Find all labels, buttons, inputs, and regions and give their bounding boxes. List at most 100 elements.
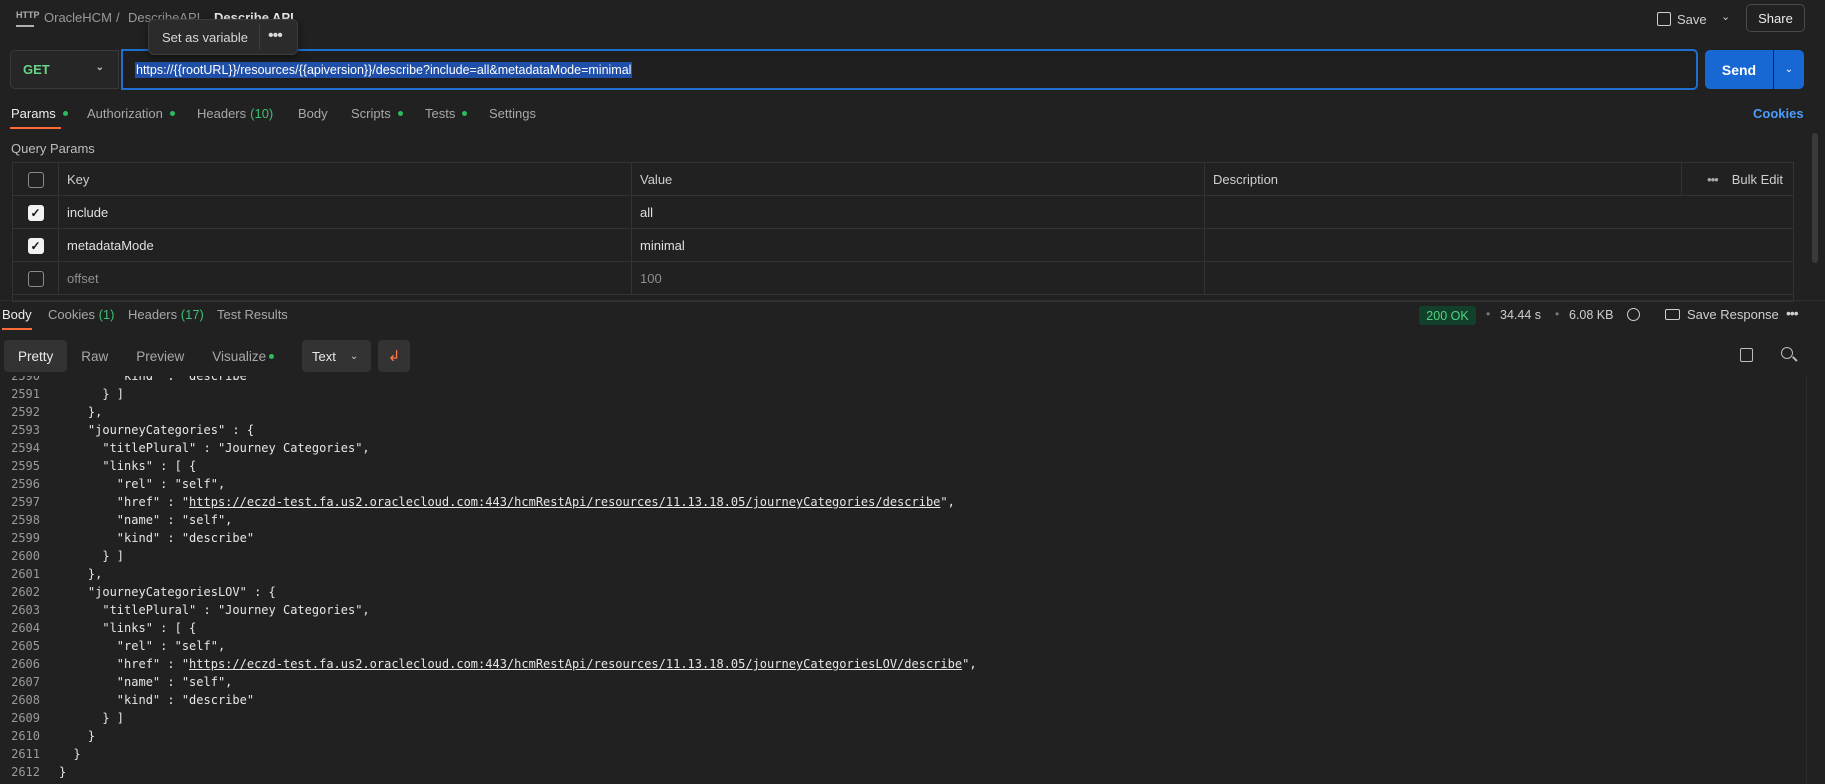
send-options-chevron-icon[interactable]: ⌄	[1774, 50, 1804, 89]
response-tab-cookies[interactable]: Cookies (1)	[48, 307, 114, 322]
response-tab-body[interactable]: Body	[2, 307, 32, 322]
line-number: 2597	[11, 495, 40, 509]
network-globe-icon[interactable]	[1627, 308, 1640, 321]
code-text: "rel" : "self",	[59, 477, 226, 491]
save-response-button[interactable]: Save Response	[1665, 307, 1779, 322]
cookies-link[interactable]: Cookies	[1753, 106, 1804, 121]
tab-authorization[interactable]: Authorization	[87, 106, 175, 121]
view-tab-visualize[interactable]: Visualize	[198, 340, 288, 372]
share-button[interactable]: Share	[1746, 4, 1805, 32]
tab-scripts[interactable]: Scripts	[351, 106, 403, 121]
code-text: }	[59, 765, 67, 779]
code-text: "rel" : "self",	[59, 639, 226, 653]
response-size[interactable]: 6.08 KB	[1569, 308, 1613, 322]
save-options-chevron-icon[interactable]: ⌄	[1721, 10, 1730, 23]
format-label: Text	[312, 348, 336, 364]
line-number: 2591	[11, 387, 40, 401]
column-header-description: Description ••• Bulk Edit	[1204, 163, 1793, 196]
status-dot	[169, 111, 175, 116]
line-number: 2600	[11, 549, 40, 563]
code-text: },	[59, 405, 103, 419]
chevron-down-icon: ⌄	[349, 350, 359, 362]
row-checkbox[interactable]: ✓	[27, 237, 44, 254]
view-tab-raw[interactable]: Raw	[67, 340, 122, 372]
response-tab-headers-count: (17)	[180, 307, 204, 322]
param-key-cell[interactable]: include	[58, 196, 631, 229]
param-value-cell[interactable]: minimal	[631, 229, 1204, 262]
save-response-label: Save Response	[1687, 307, 1779, 322]
params-scrollbar[interactable]	[1812, 133, 1818, 263]
tab-body[interactable]: Body	[298, 106, 328, 121]
response-view-tabs: Pretty Raw Preview Visualize	[4, 340, 288, 372]
response-body-viewer[interactable]: 2590 "kind" : "describe" 2591 } ] 2592 }, 2…	[0, 376, 1800, 784]
line-number: 2610	[11, 729, 40, 743]
line-number: 2611	[11, 747, 40, 761]
bulk-edit-button[interactable]: Bulk Edit	[1732, 172, 1783, 187]
view-tab-pretty[interactable]: Pretty	[4, 340, 68, 372]
tab-params[interactable]: Params	[11, 106, 68, 121]
code-text: } ]	[59, 711, 125, 725]
view-tab-preview[interactable]: Preview	[122, 340, 198, 372]
row-checkbox[interactable]: ✓	[27, 204, 44, 221]
set-as-variable-button[interactable]: Set as variable	[162, 30, 248, 45]
param-key-cell[interactable]: offset	[58, 262, 631, 295]
code-text: } ]	[59, 549, 125, 563]
url-input[interactable]: https://{{rootURL}}/resources/{{apiversi…	[121, 49, 1698, 90]
tab-headers[interactable]: Headers (10)	[197, 106, 273, 121]
bulk-edit-area: ••• Bulk Edit	[1681, 163, 1783, 196]
param-value-cell[interactable]: all	[631, 196, 1204, 229]
code-link[interactable]: https://eczd-test.fa.us2.oraclecloud.com…	[189, 657, 962, 671]
line-number: 2602	[11, 585, 40, 599]
active-tab-indicator	[10, 127, 61, 129]
tab-settings[interactable]: Settings	[489, 106, 536, 121]
more-options-icon[interactable]: •••	[268, 27, 283, 45]
copy-icon[interactable]	[1740, 348, 1753, 362]
breadcrumb-separator: /	[116, 10, 120, 25]
param-description-cell[interactable]	[1204, 196, 1793, 229]
select-all-checkbox[interactable]	[27, 171, 44, 188]
save-response-icon	[1665, 309, 1680, 320]
query-params-table: Key Value Description ••• Bulk Edit ✓ in…	[12, 162, 1794, 302]
line-number: 2603	[11, 603, 40, 617]
line-number: 2604	[11, 621, 40, 635]
param-key-cell[interactable]: metadataMode	[58, 229, 631, 262]
response-tab-test-results[interactable]: Test Results	[217, 307, 288, 322]
response-more-icon[interactable]: •••	[1786, 305, 1799, 321]
status-dot	[269, 353, 275, 359]
column-header-key: Key	[58, 163, 631, 196]
tab-authorization-label: Authorization	[87, 106, 163, 121]
column-options-icon[interactable]: •••	[1707, 172, 1719, 187]
table-header-row: Key Value Description ••• Bulk Edit	[13, 163, 1793, 196]
chevron-down-icon: ⌄	[95, 62, 104, 73]
code-scrollbar[interactable]	[1806, 376, 1807, 784]
tab-tests[interactable]: Tests	[425, 106, 468, 121]
separator-dot: •	[1555, 307, 1560, 321]
tab-tests-label: Tests	[425, 106, 456, 121]
format-select[interactable]: Text ⌄	[302, 340, 371, 372]
breadcrumb-workspace[interactable]: OracleHCM	[44, 10, 112, 25]
response-tab-headers[interactable]: Headers (17)	[128, 307, 204, 322]
response-time[interactable]: 34.44 s	[1500, 308, 1541, 322]
response-tab-cookies-label: Cookies	[48, 307, 95, 322]
search-icon[interactable]	[1781, 347, 1793, 359]
param-description-cell[interactable]	[1204, 229, 1793, 262]
param-description-cell[interactable]	[1204, 262, 1793, 295]
code-text: "kind" : "describe"	[59, 531, 255, 545]
status-badge[interactable]: 200 OK	[1419, 306, 1476, 325]
code-link[interactable]: https://eczd-test.fa.us2.oraclecloud.com…	[189, 495, 940, 509]
method-label: GET	[23, 62, 50, 77]
line-number: 2605	[11, 639, 40, 653]
line-number: 2598	[11, 513, 40, 527]
line-number: 2599	[11, 531, 40, 545]
line-number: 2612	[11, 765, 40, 779]
param-value-cell[interactable]: 100	[631, 262, 1204, 295]
method-select[interactable]: GET ⌄	[10, 50, 119, 89]
response-divider	[0, 300, 1825, 301]
save-button[interactable]: Save	[1657, 8, 1707, 30]
row-checkbox[interactable]	[27, 270, 44, 287]
line-number: 2608	[11, 693, 40, 707]
wrap-lines-icon[interactable]: ↲	[378, 340, 410, 372]
code-text: "titlePlural" : "Journey Categories",	[59, 603, 370, 617]
send-button[interactable]: Send	[1705, 50, 1773, 89]
status-dot	[462, 111, 468, 116]
